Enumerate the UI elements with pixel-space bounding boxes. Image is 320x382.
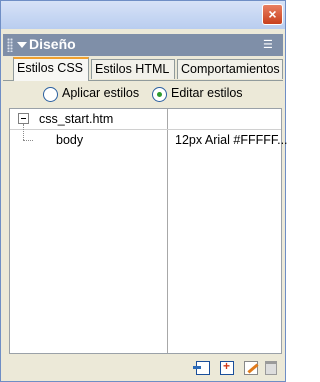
rule-selector[interactable]: body: [56, 133, 83, 147]
trash-icon[interactable]: [265, 361, 277, 375]
edit-styles-label[interactable]: Editar estilos: [171, 86, 243, 100]
tree-line: [23, 124, 25, 140]
edit-styles-radio[interactable]: [152, 87, 167, 102]
tree-branch: [23, 140, 33, 142]
attach-stylesheet-icon[interactable]: [193, 361, 210, 375]
edit-style-icon[interactable]: [244, 361, 258, 375]
column-divider[interactable]: [167, 109, 168, 353]
grip-icon[interactable]: [7, 38, 13, 52]
tab-bar: Estilos CSS Estilos HTML Comportamientos: [3, 56, 283, 81]
tab-estilos-css[interactable]: Estilos CSS: [13, 57, 89, 81]
apply-styles-label[interactable]: Aplicar estilos: [62, 86, 139, 100]
styles-tree-list[interactable]: css_start.htm body 12px Arial #FFFFF...: [9, 108, 288, 354]
style-mode-bar: Aplicar estilos Editar estilos: [3, 81, 283, 107]
row-separator: [10, 129, 281, 130]
collapse-arrow-icon[interactable]: [17, 42, 27, 48]
close-button[interactable]: ×: [262, 4, 283, 25]
options-menu-icon[interactable]: ☰: [263, 39, 277, 51]
rule-value[interactable]: 12px Arial #FFFFF...: [175, 133, 288, 147]
new-css-rule-icon[interactable]: [220, 359, 234, 375]
collapse-toggle-icon[interactable]: [18, 113, 29, 124]
design-panel-window: × Diseño ☰ Estilos CSS Estilos HTML Comp…: [0, 0, 288, 382]
title-bar[interactable]: ×: [1, 1, 285, 29]
apply-styles-radio[interactable]: [43, 87, 58, 102]
panel-footer-toolbar: [3, 355, 283, 379]
panel-group-header[interactable]: Diseño ☰: [3, 34, 283, 56]
panel-title: Diseño: [29, 36, 76, 52]
stylesheet-file-item[interactable]: css_start.htm: [39, 112, 113, 126]
tab-comportamientos[interactable]: Comportamientos: [177, 59, 283, 79]
tab-estilos-html[interactable]: Estilos HTML: [91, 59, 175, 79]
